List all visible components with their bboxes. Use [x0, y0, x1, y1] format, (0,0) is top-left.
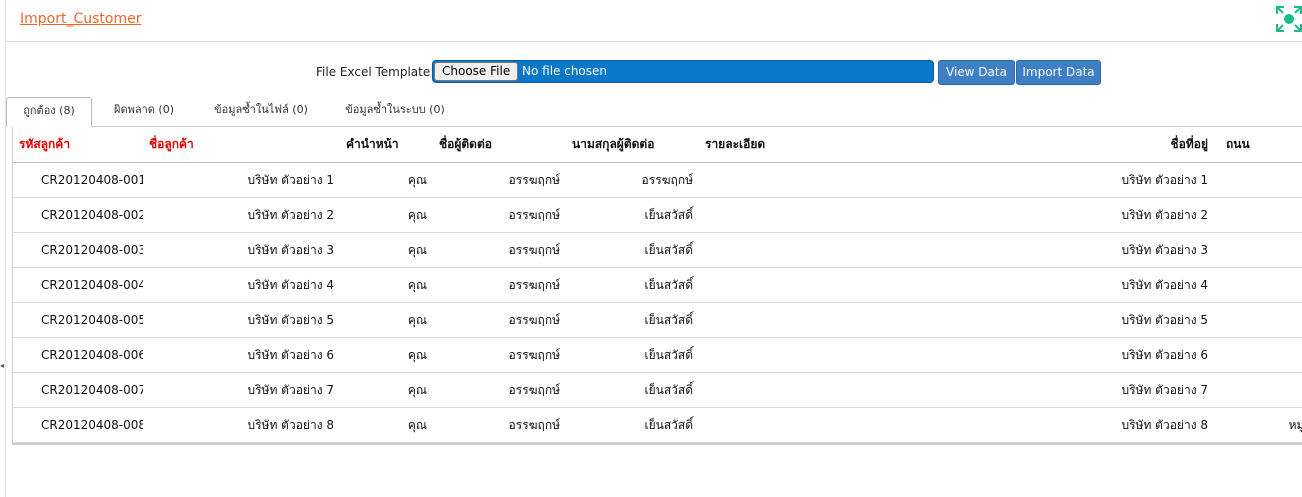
- cell-contact-name: อรรฆฤกษ์: [433, 337, 566, 373]
- table-row[interactable]: CR20120408-001 บริษัท ตัวอย่าง 1 คุณ อรรฆฤก…: [13, 162, 1302, 198]
- cell-customer-name: บริษัท ตัวอย่าง 5: [143, 302, 340, 338]
- cell-prefix: คุณ: [340, 337, 433, 373]
- cell-address-name: บริษัท ตัวอย่าง 6: [1089, 337, 1214, 373]
- customer-table: รหัสลูกค้า ชื่อลูกค้า คำนำหน้า ชื่อผู้ติ…: [13, 127, 1302, 443]
- cell-contact-name: อรรฆฤกษ์: [433, 372, 566, 408]
- table-row[interactable]: CR20120408-006 บริษัท ตัวอย่าง 6 คุณ อรรฆฤก…: [13, 337, 1302, 373]
- cell-contact-name: อรรฆฤกษ์: [433, 162, 566, 198]
- col-header-contact-name[interactable]: ชื่อผู้ติดต่อ: [433, 127, 566, 163]
- cell-customer-code: CR20120408-003: [13, 232, 143, 268]
- choose-file-button[interactable]: Choose File: [434, 62, 519, 81]
- import-data-button[interactable]: Import Data: [1016, 60, 1101, 85]
- cell-customer-name: บริษัท ตัวอย่าง 8: [143, 407, 340, 443]
- col-header-detail[interactable]: รายละเอียด: [699, 127, 1089, 163]
- col-header-customer-name[interactable]: ชื่อลูกค้า: [143, 127, 340, 163]
- cell-detail: [699, 197, 1089, 233]
- cell-road: ถนน: [1214, 267, 1302, 303]
- cell-customer-name: บริษัท ตัวอย่าง 6: [143, 337, 340, 373]
- cell-contact-name: อรรฆฤกษ์: [433, 407, 566, 443]
- cell-prefix: คุณ: [340, 372, 433, 408]
- col-header-contact-surname[interactable]: นามสกุลผู้ติดต่อ: [566, 127, 699, 163]
- cell-road: หมู่บ้าน: [1214, 407, 1302, 443]
- cell-address-name: บริษัท ตัวอย่าง 3: [1089, 232, 1214, 268]
- cell-contact-surname: เย็นสวัสดิ์: [566, 337, 699, 373]
- cell-road: [1214, 162, 1302, 198]
- cell-road: [1214, 372, 1302, 408]
- cell-contact-surname: เย็นสวัสดิ์: [566, 302, 699, 338]
- cell-customer-code: CR20120408-008: [13, 407, 143, 443]
- cell-road: ถนน: [1214, 232, 1302, 268]
- cell-detail: [699, 162, 1089, 198]
- cell-detail: [699, 372, 1089, 408]
- cell-customer-code: CR20120408-005: [13, 302, 143, 338]
- cell-detail: [699, 337, 1089, 373]
- file-input[interactable]: Choose File No file chosen: [432, 60, 934, 83]
- table-header-row: รหัสลูกค้า ชื่อลูกค้า คำนำหน้า ชื่อผู้ติ…: [13, 127, 1302, 163]
- cell-contact-surname: เย็นสวัสดิ์: [566, 407, 699, 443]
- page-title-link[interactable]: Import_Customer: [20, 11, 141, 27]
- cell-address-name: บริษัท ตัวอย่าง 4: [1089, 267, 1214, 303]
- cell-road: [1214, 302, 1302, 338]
- cell-customer-name: บริษัท ตัวอย่าง 1: [143, 162, 340, 198]
- cell-road: ถนน: [1214, 197, 1302, 233]
- tab-duplicate-in-file[interactable]: ข้อมูลซ้ำในไฟล์ (0): [206, 97, 316, 125]
- cell-detail: [699, 267, 1089, 303]
- cell-contact-surname: เย็นสวัสดิ์: [566, 197, 699, 233]
- table-row[interactable]: CR20120408-005 บริษัท ตัวอย่าง 5 คุณ อรรฆฤก…: [13, 302, 1302, 338]
- cell-contact-name: อรรฆฤกษ์: [433, 232, 566, 268]
- cell-customer-name: บริษัท ตัวอย่าง 2: [143, 197, 340, 233]
- cell-customer-code: CR20120408-002: [13, 197, 143, 233]
- upload-row: File Excel Template Choose File No file …: [0, 60, 1302, 85]
- table-row[interactable]: CR20120408-007 บริษัท ตัวอย่าง 7 คุณ อรรฆฤก…: [13, 372, 1302, 408]
- cell-contact-surname: อรรฆฤกษ์: [566, 162, 699, 198]
- cell-road: [1214, 337, 1302, 373]
- cell-contact-surname: เย็นสวัสดิ์: [566, 267, 699, 303]
- cell-address-name: บริษัท ตัวอย่าง 1: [1089, 162, 1214, 198]
- table-row[interactable]: CR20120408-004 บริษัท ตัวอย่าง 4 คุณ อรรฆฤก…: [13, 267, 1302, 303]
- cell-customer-code: CR20120408-007: [13, 372, 143, 408]
- table-row[interactable]: CR20120408-003 บริษัท ตัวอย่าง 3 คุณ อรรฆฤก…: [13, 232, 1302, 268]
- customer-table-container: รหัสลูกค้า ชื่อลูกค้า คำนำหน้า ชื่อผู้ติ…: [12, 127, 1302, 445]
- cell-customer-code: CR20120408-004: [13, 267, 143, 303]
- cell-detail: [699, 302, 1089, 338]
- cell-prefix: คุณ: [340, 407, 433, 443]
- cell-address-name: บริษัท ตัวอย่าง 7: [1089, 372, 1214, 408]
- cell-address-name: บริษัท ตัวอย่าง 8: [1089, 407, 1214, 443]
- chevron-left-icon[interactable]: ◂: [0, 361, 4, 370]
- cell-customer-name: บริษัท ตัวอย่าง 7: [143, 372, 340, 408]
- cell-contact-surname: เย็นสวัสดิ์: [566, 372, 699, 408]
- view-data-button[interactable]: View Data: [938, 60, 1015, 85]
- cell-detail: [699, 407, 1089, 443]
- cell-detail: [699, 232, 1089, 268]
- cell-address-name: บริษัท ตัวอย่าง 5: [1089, 302, 1214, 338]
- tab-duplicate-in-system[interactable]: ข้อมูลซ้ำในระบบ (0): [336, 97, 454, 125]
- cell-prefix: คุณ: [340, 232, 433, 268]
- cell-contact-name: อรรฆฤกษ์: [433, 267, 566, 303]
- col-header-address-name[interactable]: ชื่อที่อยู่: [1089, 127, 1214, 163]
- table-row[interactable]: CR20120408-002 บริษัท ตัวอย่าง 2 คุณ อรรฆฤก…: [13, 197, 1302, 233]
- page-header: Import_Customer: [5, 0, 1302, 42]
- cell-prefix: คุณ: [340, 302, 433, 338]
- table-row[interactable]: CR20120408-008 บริษัท ตัวอย่าง 8 คุณ อรรฆฤก…: [13, 407, 1302, 443]
- tab-error[interactable]: ผิดพลาด (0): [104, 97, 184, 125]
- cell-address-name: บริษัท ตัวอย่าง 2: [1089, 197, 1214, 233]
- result-tabs: ถูกต้อง (8) ผิดพลาด (0) ข้อมูลซ้ำในไฟล์ …: [6, 97, 1302, 127]
- file-status-text: No file chosen: [522, 64, 608, 78]
- cell-prefix: คุณ: [340, 197, 433, 233]
- cell-contact-surname: เย็นสวัสดิ์: [566, 232, 699, 268]
- cell-customer-name: บริษัท ตัวอย่าง 4: [143, 267, 340, 303]
- cell-customer-code: CR20120408-006: [13, 337, 143, 373]
- fullscreen-expand-icon[interactable]: [1275, 5, 1302, 33]
- cell-contact-name: อรรฆฤกษ์: [433, 197, 566, 233]
- cell-customer-name: บริษัท ตัวอย่าง 3: [143, 232, 340, 268]
- cell-prefix: คุณ: [340, 267, 433, 303]
- col-header-prefix[interactable]: คำนำหน้า: [340, 127, 433, 163]
- cell-customer-code: CR20120408-001: [13, 162, 143, 198]
- cell-contact-name: อรรฆฤกษ์: [433, 302, 566, 338]
- tab-valid[interactable]: ถูกต้อง (8): [6, 97, 92, 127]
- col-header-road[interactable]: ถนน: [1214, 127, 1302, 163]
- file-template-label: File Excel Template: [316, 65, 431, 79]
- cell-prefix: คุณ: [340, 162, 433, 198]
- col-header-customer-code[interactable]: รหัสลูกค้า: [13, 127, 143, 163]
